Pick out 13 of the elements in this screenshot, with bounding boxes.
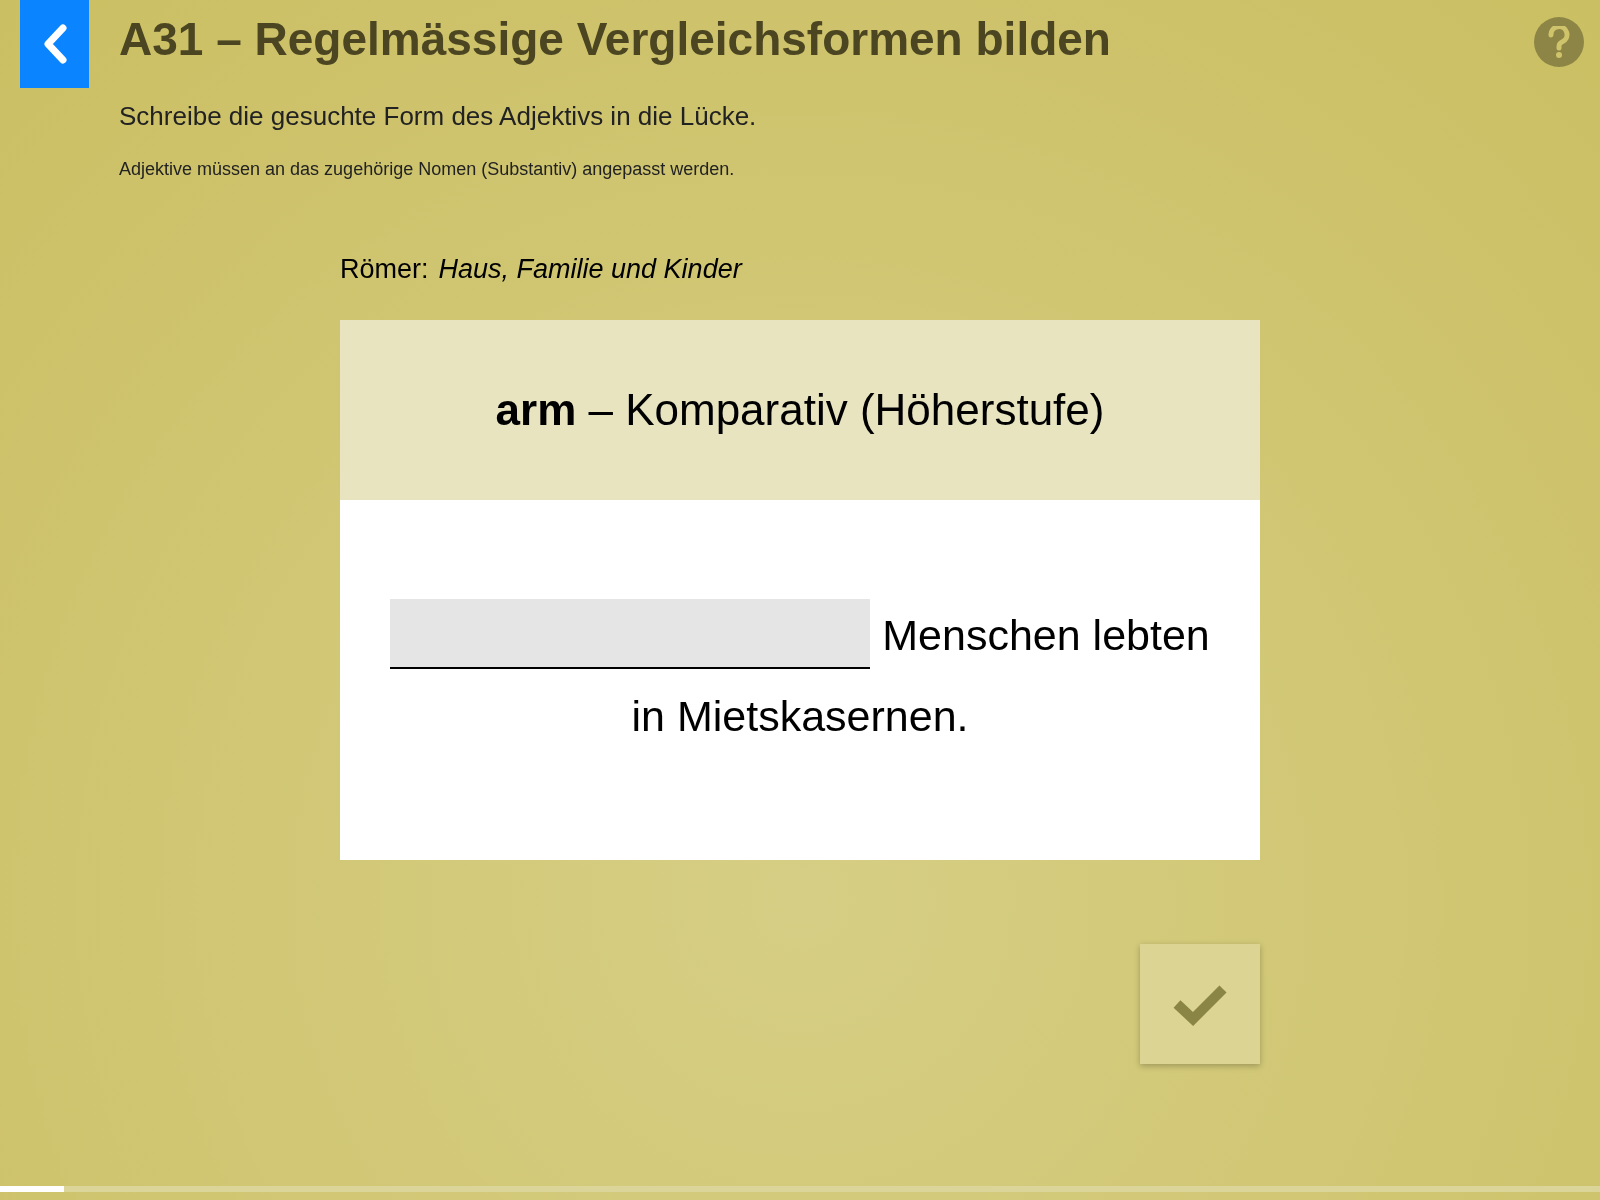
answer-field[interactable] [390, 599, 871, 670]
help-icon [1548, 26, 1570, 58]
topic-title: Haus, Familie und Kinder [438, 253, 742, 286]
topic-label: Römer: [340, 253, 429, 286]
back-icon [41, 24, 68, 64]
sentence-text: Menschen lebten in Mietskasernen. [631, 610, 1210, 740]
check-button[interactable] [1140, 943, 1260, 1064]
note-text: Adjektive müssen an das zugehörige Nomen (Substantiv) angepasst werden. [119, 158, 736, 181]
page-title: A31 – Regelmässige Vergleichsformen bilden [119, 12, 1111, 67]
prompt-text: arm – Komparativ (Höherstufe) [495, 383, 1105, 436]
instruction-text: Schreibe die gesuchte Form des Adjektivs in die Lücke. [119, 100, 758, 133]
help-button[interactable] [1534, 17, 1584, 67]
back-button[interactable] [20, 0, 89, 88]
